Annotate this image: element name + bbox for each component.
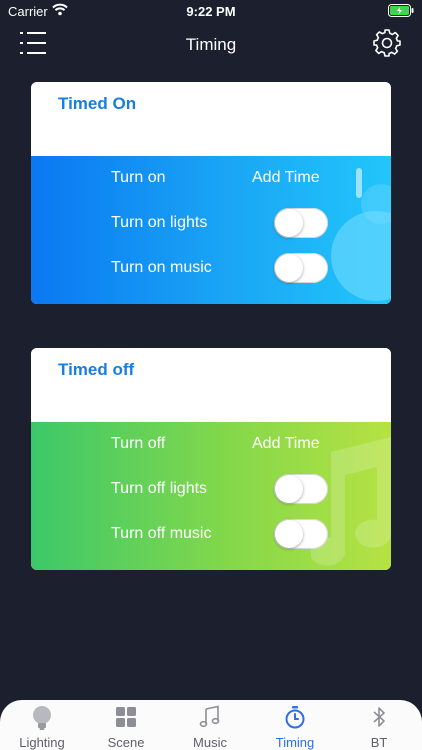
- decorative-circle: [331, 211, 391, 301]
- timed-off-card: Timed off Turn off Add Time Turn off lig…: [31, 348, 391, 570]
- music-note-decoration: [311, 437, 391, 566]
- scrollbar[interactable]: [356, 168, 362, 198]
- tab-bt-label: BT: [370, 735, 388, 750]
- tab-bt[interactable]: BT: [337, 700, 421, 750]
- bulb-icon: [33, 706, 51, 730]
- turn-off-music-toggle[interactable]: [274, 519, 328, 549]
- music-note-icon: [199, 705, 220, 728]
- tab-lighting-label: Lighting: [19, 735, 65, 750]
- timed-on-header: Timed On: [31, 82, 391, 156]
- settings-button[interactable]: [372, 28, 402, 58]
- navigation-bar: Timing: [0, 24, 422, 64]
- turn-on-music-toggle[interactable]: [274, 253, 328, 283]
- tab-scene[interactable]: Scene: [84, 700, 168, 750]
- stopwatch-icon: [285, 706, 305, 729]
- tab-music[interactable]: Music: [168, 700, 252, 750]
- status-time: 9:22 PM: [186, 4, 236, 19]
- toggle-knob: [275, 475, 303, 503]
- timed-on-title: Timed On: [58, 94, 137, 113]
- turn-on-lights-label: Turn on lights: [111, 214, 208, 231]
- tab-music-label: Music: [193, 735, 227, 750]
- turn-off-lights-toggle[interactable]: [274, 474, 328, 504]
- turn-off-lights-label: Turn off lights: [111, 480, 208, 497]
- turn-on-header-label: Turn on: [111, 169, 166, 186]
- tab-timing-label: Timing: [275, 735, 315, 750]
- gear-icon: [373, 29, 401, 57]
- toggle-knob: [275, 209, 303, 237]
- toggle-knob: [275, 520, 303, 548]
- turn-off-music-label: Turn off music: [111, 525, 212, 542]
- add-time-off-button[interactable]: Add Time: [252, 435, 320, 453]
- tab-bar: Lighting Scene Music Timing BT: [0, 700, 422, 750]
- bluetooth-icon: [373, 707, 385, 727]
- status-bar: Carrier 9:22 PM: [0, 0, 422, 24]
- toggle-knob: [275, 254, 303, 282]
- turn-on-music-label: Turn on music: [111, 259, 212, 276]
- add-time-on-button[interactable]: Add Time: [252, 169, 320, 187]
- grid-icon: [116, 707, 136, 727]
- timed-off-header: Timed off: [31, 348, 391, 422]
- tab-timing[interactable]: Timing: [253, 700, 337, 750]
- timed-on-card: Timed On Turn on Add Time Turn on lights…: [31, 82, 391, 304]
- tab-scene-label: Scene: [107, 735, 145, 750]
- timed-off-title: Timed off: [58, 360, 135, 379]
- timed-off-panel: Turn off Add Time Turn off lights Turn o…: [31, 422, 391, 570]
- page-title: Timing: [185, 35, 237, 54]
- turn-on-lights-toggle[interactable]: [274, 208, 328, 238]
- timed-on-panel: Turn on Add Time Turn on lights Turn on …: [31, 156, 391, 304]
- turn-off-header-label: Turn off: [111, 435, 166, 452]
- battery-icon: [388, 4, 414, 20]
- tab-lighting[interactable]: Lighting: [0, 700, 84, 750]
